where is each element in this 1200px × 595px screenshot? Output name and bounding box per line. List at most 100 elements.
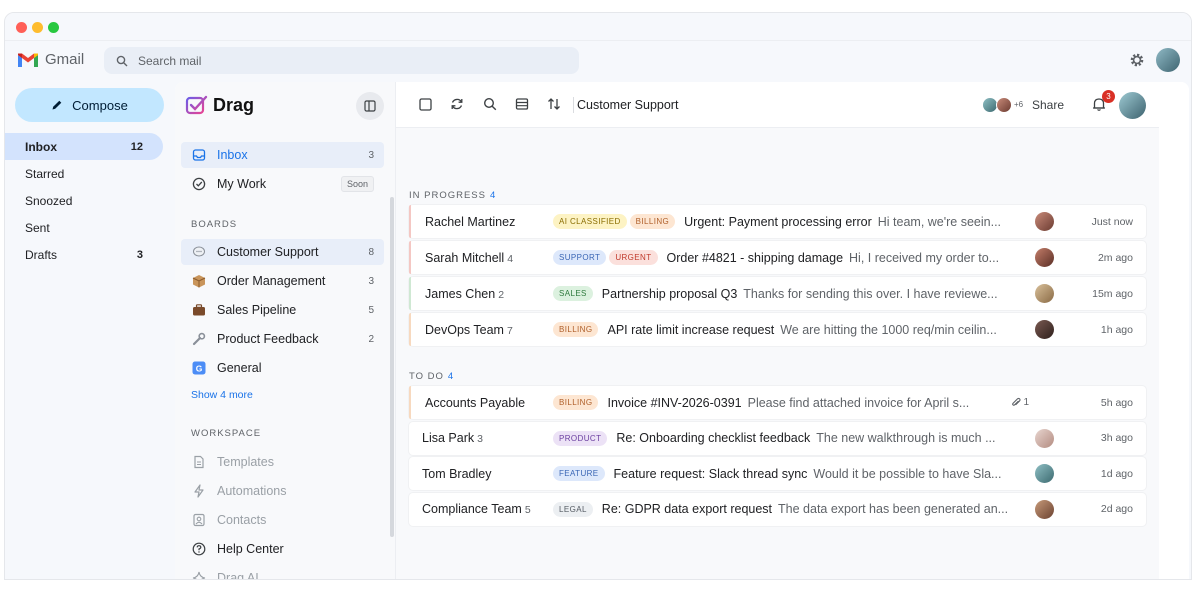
workspace-contacts[interactable]: Contacts [181, 507, 384, 533]
tag-product[interactable]: PRODUCT [553, 430, 608, 446]
timestamp: 1d ago [1100, 467, 1133, 480]
nav-item-sent[interactable]: Sent [5, 214, 163, 241]
package-icon [191, 273, 207, 289]
board-customer-support[interactable]: Customer Support 8 [181, 239, 384, 265]
sort-icon [548, 98, 560, 110]
sender: Tom Bradley [409, 467, 553, 481]
account-avatar[interactable] [1156, 48, 1180, 72]
close-window-button[interactable] [16, 22, 27, 33]
share-extra-count: +6 [1014, 100, 1024, 109]
workspace-drag-ai[interactable]: Drag AI [181, 565, 384, 579]
group-header[interactable]: IN PROGRESS 4 [409, 190, 496, 201]
drag-item-count: 3 [368, 149, 374, 161]
email-preview: The new walkthrough is much ... [816, 431, 996, 445]
nav-item-inbox[interactable]: Inbox 12 [5, 133, 163, 160]
tag-billing[interactable]: BILLING [553, 395, 599, 410]
gmail-logo[interactable]: Gmail [17, 51, 84, 68]
email-row[interactable]: Accounts Payable BILLING Invoice #INV-2026… [409, 386, 1146, 419]
bolt-icon [191, 483, 207, 499]
board-order-management[interactable]: Order Management 3 [181, 268, 384, 294]
attachment-count: 1 [1023, 397, 1029, 408]
search-button[interactable] [482, 96, 498, 112]
timestamp: 2m ago [1097, 251, 1133, 264]
tag-feature[interactable]: FEATURE [553, 466, 605, 481]
minimize-window-button[interactable] [32, 22, 43, 33]
workspace-automations[interactable]: Automations [181, 478, 384, 504]
email-row[interactable]: DevOps Team 7 BILLING API rate limit increa… [409, 313, 1146, 346]
tag-urgent[interactable]: URGENT [609, 250, 658, 265]
compose-button[interactable]: Compose [15, 88, 164, 122]
email-row[interactable]: Sarah Mitchell 4 SUPPORT URGENT Order #4821 … [409, 241, 1146, 274]
help-icon [191, 541, 207, 557]
group-count: 4 [490, 190, 497, 201]
workspace-templates[interactable]: Templates [181, 449, 384, 475]
sender: DevOps Team 7 [409, 323, 553, 337]
drag-panel: Drag Inbox 3 My Work Soon BOARDS Custome… [175, 82, 1189, 579]
gear-icon[interactable] [1129, 52, 1145, 68]
search-bar[interactable] [104, 47, 579, 74]
group-header[interactable]: TO DO 4 [409, 371, 454, 382]
timestamp: Just now [1091, 215, 1133, 228]
sender: Accounts Payable [409, 396, 553, 410]
sort-button[interactable] [546, 96, 562, 112]
shared-user-avatar[interactable] [996, 97, 1012, 113]
sender-name: Lisa Park [422, 431, 475, 445]
search-icon [483, 97, 497, 111]
board-label: Order Management [217, 274, 326, 288]
user-avatar[interactable] [1119, 92, 1146, 119]
email-row[interactable]: James Chen 2 SALES Partnership proposal Q3 T… [409, 277, 1146, 310]
sender: Lisa Park 3 [409, 431, 553, 445]
tag-legal[interactable]: LEGAL [553, 501, 593, 517]
email-preview: The data export has been generated an... [778, 502, 1009, 516]
board-general[interactable]: G General [181, 355, 384, 381]
sidebar-scrollbar[interactable] [390, 197, 394, 537]
drag-logo[interactable]: Drag [185, 94, 254, 116]
email-row[interactable]: Rachel Martinez AI CLASSIFIED BILLING Urgen… [409, 205, 1146, 238]
timestamp: 3h ago [1100, 432, 1133, 444]
search-icon [116, 55, 128, 66]
email-subject: Urgent: Payment processing error [684, 214, 872, 229]
thread-count: 4 [507, 252, 514, 265]
sender-name: Compliance Team [422, 502, 522, 516]
email-row[interactable]: Compliance Team 5 LEGAL Re: GDPR data expor… [409, 492, 1146, 526]
nav-item-label: Starred [25, 166, 65, 181]
workspace-help-center[interactable]: Help Center [181, 536, 384, 562]
tag-list: AI CLASSIFIED BILLING [553, 214, 676, 229]
tag-billing[interactable]: BILLING [553, 322, 599, 337]
paperclip-icon [1012, 397, 1022, 406]
sender-name: Rachel Martinez [425, 214, 516, 229]
collapse-sidebar-button[interactable] [356, 92, 384, 120]
attachment-indicator: 1 [1011, 397, 1029, 408]
drag-brand: Drag [213, 94, 255, 115]
document-icon [191, 454, 207, 470]
email-row[interactable]: Tom Bradley FEATURE Feature request: Slack… [409, 457, 1146, 490]
maximize-window-button[interactable] [48, 22, 59, 33]
tag-support[interactable]: SUPPORT [553, 250, 607, 265]
sender-avatar [1035, 464, 1054, 483]
refresh-button[interactable] [449, 96, 465, 112]
tag-billing[interactable]: BILLING [629, 214, 676, 229]
nav-item-drafts[interactable]: Drafts 3 [5, 241, 163, 268]
board-product-feedback[interactable]: Product Feedback 2 [181, 326, 384, 352]
drag-item-my-work[interactable]: My Work Soon [181, 171, 384, 197]
tag-sales[interactable]: SALES [553, 286, 593, 301]
nav-item-snoozed[interactable]: Snoozed [5, 187, 163, 214]
inbox-icon [191, 147, 207, 163]
board-count: 3 [368, 275, 374, 287]
contact-icon [191, 512, 207, 528]
tag-ai[interactable]: AI CLASSIFIED [553, 214, 627, 229]
show-more-link[interactable]: Show 4 more [191, 389, 253, 401]
nav-item-starred[interactable]: Starred [5, 160, 163, 187]
sender-name: James Chen [425, 286, 496, 301]
board-label: Product Feedback [217, 332, 319, 346]
select-all-checkbox[interactable] [417, 96, 433, 112]
share-button[interactable]: Share [1032, 98, 1064, 112]
sparkle-icon [191, 570, 207, 579]
search-input[interactable] [138, 53, 558, 68]
drag-item-inbox[interactable]: Inbox 3 [181, 142, 384, 168]
board-sales-pipeline[interactable]: Sales Pipeline 5 [181, 297, 384, 323]
view-toggle-button[interactable] [514, 96, 530, 112]
email-row[interactable]: Lisa Park 3 PRODUCT Re: Onboarding checklis… [409, 421, 1146, 455]
sender-name: Accounts Payable [425, 395, 526, 410]
sender-name: DevOps Team [425, 322, 504, 337]
